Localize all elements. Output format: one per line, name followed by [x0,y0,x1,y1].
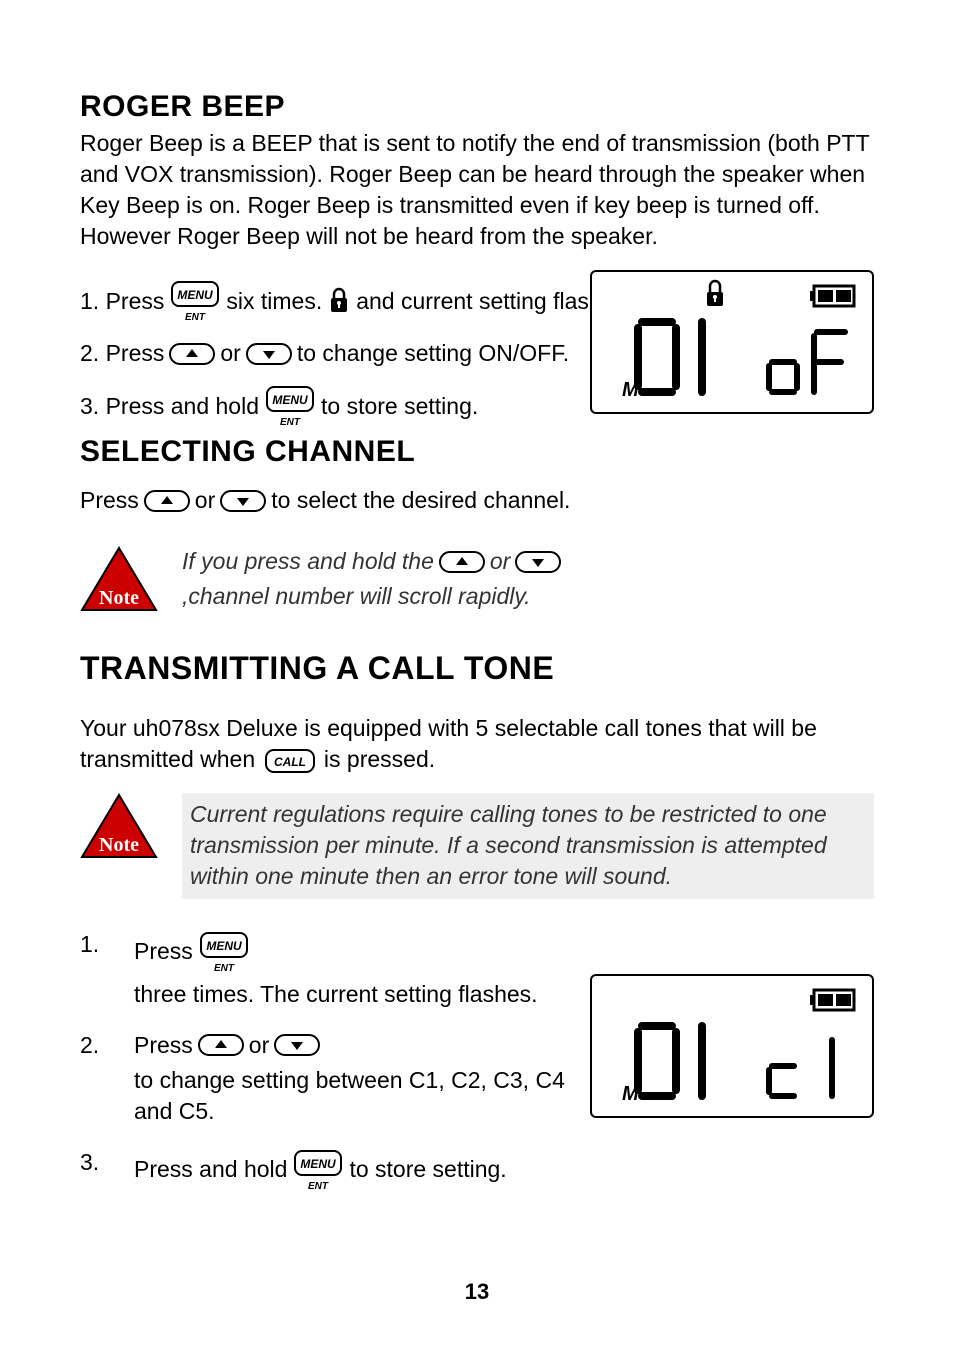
menu-button-icon: MENU ENT [263,383,317,429]
roger-beep-body: Roger Beep is a BEEP that is sent to not… [80,128,874,252]
text: to select the desired channel. [271,485,570,516]
page: ROGER BEEP Roger Beep is a BEEP that is … [0,0,954,1345]
call-step-3: Press and hold MENU ENT to store setting… [80,1147,874,1193]
note-icon: Note [80,793,158,861]
down-button-icon [219,489,267,513]
lcd-digits-left [638,1026,702,1096]
up-button-icon [197,1033,245,1057]
text: Press [134,936,193,967]
call-button-icon: CALL [264,748,316,774]
text: Current regulations require calling tone… [190,799,866,892]
text: ,channel number will scroll rapidly. [182,581,531,612]
text: Press [134,1030,193,1061]
step-text: to store setting. [321,391,478,422]
text: or [195,485,215,516]
text: Your uh078sx Deluxe is equipped with 5 s… [80,715,817,772]
text: or [490,546,510,577]
svg-text:Note: Note [99,834,139,856]
svg-text:MENU: MENU [272,393,308,407]
note-selecting-channel: Note If you press and hold the or ,chann… [80,546,874,614]
svg-text:ENT: ENT [280,417,301,428]
note-text: If you press and hold the or ,channel nu… [182,546,874,612]
down-button-icon [273,1033,321,1057]
menu-button-icon: MENU ENT [197,929,251,975]
svg-text:ENT: ENT [214,963,235,974]
text: three times. The current setting flashes… [134,979,538,1010]
battery-icon [810,990,854,1010]
lcd-digits-right [769,332,845,392]
call-tone-intro: Your uh078sx Deluxe is equipped with 5 s… [80,713,874,775]
step-text: to change setting ON/OFF. [297,338,569,369]
text: or [249,1030,269,1061]
svg-text:ENT: ENT [185,312,206,323]
lock-icon [707,281,723,306]
step-text: six times. [226,286,322,317]
svg-text:CALL: CALL [274,755,306,769]
text: Press and hold [134,1154,287,1185]
up-button-icon [168,342,216,366]
selecting-channel-line: Press or to select the desired channel. [80,485,874,516]
svg-text:MENU: MENU [178,288,214,302]
down-button-icon [245,342,293,366]
note-call-tone: Note Current regulations require calling… [80,793,874,898]
svg-text:MENU: MENU [206,939,242,953]
menu-button-icon: MENU ENT [168,278,222,324]
up-button-icon [438,550,486,574]
heading-call-tone: TRANSMITTING A CALL TONE [80,650,874,687]
lock-icon [326,286,352,316]
svg-text:MENU: MENU [301,1157,337,1171]
heading-selecting-channel: SELECTING CHANNEL [80,435,874,469]
svg-text:ENT: ENT [308,1181,329,1192]
heading-roger-beep: ROGER BEEP [80,90,874,124]
svg-text:Note: Note [99,587,139,609]
text: to store setting. [349,1154,506,1185]
text: If you press and hold the [182,546,434,577]
step-text: 1. Press [80,286,164,317]
down-button-icon [514,550,562,574]
text: Press [80,485,139,516]
menu-button-icon: MENU ENT [291,1147,345,1193]
lcd-screen-call: M [590,974,874,1118]
page-number: 13 [0,1279,954,1305]
note-icon: Note [80,546,158,614]
battery-icon [810,286,854,306]
note-text: Current regulations require calling tone… [182,793,874,898]
lcd-digits-left [638,322,702,392]
lcd-digits-right [769,1040,832,1096]
up-button-icon [143,489,191,513]
step-text: 3. Press and hold [80,391,259,422]
lcd-screen-roger: M [590,270,874,414]
text: is pressed. [324,746,435,772]
step-text: or [220,338,240,369]
step-text: 2. Press [80,338,164,369]
text: to change setting between C1, C2, C3, C4… [134,1065,594,1127]
